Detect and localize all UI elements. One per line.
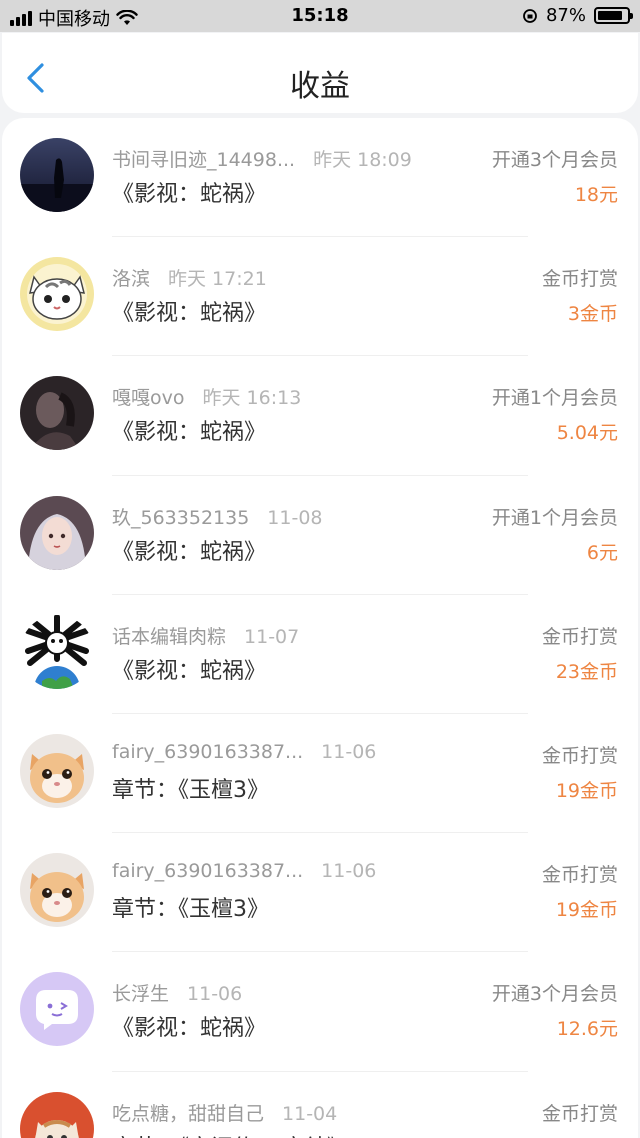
user-line: 吃点糖，甜甜自己 11-04 (112, 1099, 337, 1126)
earning-type: 开通3个月会员 (491, 149, 618, 171)
work-title: 《影视：蛇祸》 (112, 301, 267, 327)
user-line: 玖_563352135 11-08 (112, 503, 323, 530)
earning-amount: 19金币 (555, 899, 618, 922)
user-line: fairy_6390163387... 11-06 (112, 860, 376, 882)
earning-type: 开通1个月会员 (491, 387, 618, 410)
earning-amount: 23金币 (555, 660, 618, 683)
earnings-row[interactable]: fairy_6390163387... 11-06 章节：《玉檀3》 金币打赏 1… (2, 714, 638, 834)
earning-amount: 19金币 (555, 779, 618, 802)
work-title: 《影视：蛇祸》 (112, 658, 267, 684)
user-name: 洛滨 (112, 268, 151, 291)
record-time: 11-06 (187, 983, 243, 1006)
user-name: fairy_6390163387... (112, 740, 304, 763)
earning-amount: 3金币 (567, 303, 618, 326)
earnings-row[interactable]: 话本编辑肉粽 11-07 《影视：蛇祸》 金币打赏 23金币 (2, 595, 638, 714)
user-name: 嘎嘎ovo (112, 387, 185, 410)
user-line: fairy_6390163387... 11-06 (112, 741, 376, 763)
status-bar: 中国移动 15:18 87% (0, 0, 640, 32)
record-time: 11-06 (321, 740, 377, 763)
earning-amount: 18元 (574, 184, 618, 206)
rotation-lock-icon (523, 8, 537, 23)
earnings-row[interactable]: 长浮生 11-06 《影视：蛇祸》 开通3个月会员 12.6元 (2, 952, 638, 1072)
record-time: 11-07 (244, 625, 300, 648)
status-right: 87% (522, 5, 633, 26)
battery-icon (594, 7, 633, 24)
user-line: 书间寻旧迹_14498... 昨天 18:09 (112, 145, 412, 172)
earning-amount: 1金币 (568, 1134, 618, 1138)
avatar-skull-earth[interactable] (20, 614, 94, 689)
avatar-anime-girl[interactable] (20, 495, 94, 570)
battery-percent: 87% (545, 5, 586, 26)
avatar-kitten[interactable] (20, 853, 94, 928)
user-name: 吃点糖，甜甜自己 (112, 1102, 265, 1125)
record-time: 昨天 17:21 (168, 268, 267, 291)
earnings-row[interactable]: 吃点糖，甜甜自己 11-04 章节：《宫闭传50完结》 金币打赏 1金币 (2, 1072, 638, 1138)
earnings-row[interactable]: 嘎嘎ovo 昨天 16:13 《影视：蛇祸》 开通1个月会员 5.04元 (2, 356, 638, 476)
earning-amount: 12.6元 (556, 1018, 618, 1041)
work-title: 《影视：蛇祸》 (112, 420, 267, 446)
avatar-dark-night-silhouette[interactable] (20, 138, 94, 212)
work-title: 《影视：蛇祸》 (112, 182, 267, 207)
user-line: 嘎嘎ovo 昨天 16:13 (112, 383, 301, 410)
avatar-dark-portrait[interactable] (20, 376, 94, 451)
user-name: 玖_563352135 (112, 506, 250, 529)
user-name: 话本编辑肉粽 (112, 625, 227, 648)
earnings-row[interactable]: 洛滨 昨天 17:21 《影视：蛇祸》 金币打赏 3金币 (2, 237, 638, 357)
earning-type: 开通3个月会员 (491, 983, 618, 1006)
user-name: 长浮生 (112, 983, 170, 1006)
work-title: 章节：《宫闭传50完结》 (112, 1130, 349, 1138)
avatar-cat-on-red[interactable] (20, 1091, 94, 1138)
user-line: 洛滨 昨天 17:21 (112, 264, 267, 291)
user-line: 长浮生 11-06 (112, 979, 242, 1006)
earnings-row[interactable]: 玖_563352135 11-08 《影视：蛇祸》 开通1个月会员 6元 (2, 476, 638, 595)
record-time: 11-08 (267, 506, 323, 529)
user-name: 书间寻旧迹_14498... (112, 149, 296, 171)
work-title: 《影视：蛇祸》 (112, 539, 267, 565)
earning-type: 金币打赏 (541, 268, 618, 291)
earning-type: 金币打赏 (541, 1102, 618, 1125)
earning-type: 开通1个月会员 (491, 506, 618, 529)
work-title: 《影视：蛇祸》 (112, 1016, 267, 1042)
record-time: 11-06 (321, 860, 377, 883)
avatar-kitten[interactable] (20, 733, 94, 808)
earning-type: 金币打赏 (541, 864, 618, 887)
record-time: 昨天 18:09 (313, 149, 412, 171)
work-title: 章节：《玉檀3》 (112, 777, 269, 803)
page-title: 收益 (290, 69, 350, 104)
earnings-list[interactable]: 书间寻旧迹_14498... 昨天 18:09 《影视：蛇祸》 开通3个月会员 1… (2, 118, 638, 1138)
avatar-purple-chat-face[interactable] (20, 972, 94, 1047)
record-time: 11-04 (282, 1102, 338, 1125)
avatar-cartoon-cat[interactable] (20, 257, 94, 332)
work-title: 章节：《玉檀3》 (112, 897, 269, 923)
earning-type: 金币打赏 (541, 625, 618, 648)
earning-amount: 6元 (586, 541, 618, 564)
earnings-row[interactable]: 书间寻旧迹_14498... 昨天 18:09 《影视：蛇祸》 开通3个月会员 1… (2, 118, 638, 238)
record-time: 昨天 16:13 (202, 387, 302, 410)
user-name: fairy_6390163387... (112, 860, 304, 883)
nav-bar: 收益 (2, 33, 638, 113)
earnings-row[interactable]: fairy_6390163387... 11-06 章节：《玉檀3》 金币打赏 1… (2, 833, 638, 953)
battery-fill (598, 11, 623, 20)
earning-amount: 5.04元 (556, 422, 618, 445)
earning-type: 金币打赏 (541, 744, 618, 767)
user-line: 话本编辑肉粽 11-07 (112, 622, 299, 649)
